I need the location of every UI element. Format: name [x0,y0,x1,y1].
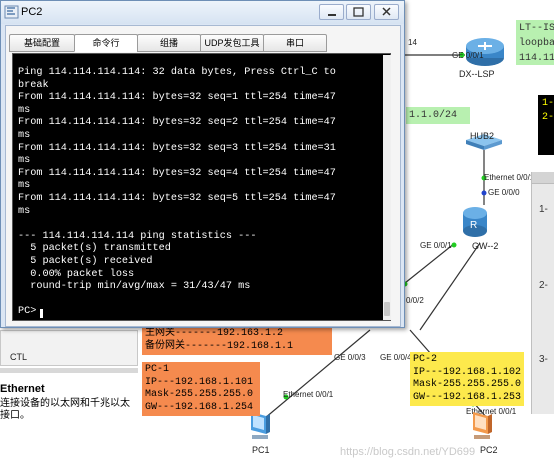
pc-icon[interactable] [470,410,494,442]
device-name-pc2: PC2 [480,445,498,455]
console-line: ms [18,129,31,141]
note-gateway[interactable]: 主网关-------192.163.1.2 备份网关-------192.168… [142,326,332,355]
tab-udp-tool[interactable]: UDP发包工具 [200,34,264,52]
pane-divider[interactable] [0,368,138,373]
scrollbar-thumb[interactable] [384,302,390,316]
console-line: 0.00% packet loss [18,268,135,280]
console-line: From 114.114.114.114: bytes=32 seq=1 ttl… [18,92,336,104]
console-line: --- 114.114.114.114 ping statistics --- [18,230,257,242]
minimize-button[interactable] [319,4,344,20]
close-button[interactable] [374,4,399,20]
note-network[interactable]: 1.1.0/24 [406,107,470,124]
command-console[interactable]: Ping 114.114.114.114: 32 data bytes, Pre… [12,53,391,321]
console-line: ms [18,104,31,116]
port-label: 0/0/2 [406,296,424,305]
ctl-label: CTL [10,352,28,362]
note-pc1-config[interactable]: PC-1 IP---192.168.1.101 Mask-255.255.255… [142,362,260,416]
port-label: Ethernet 0/0/1 [283,390,334,399]
pc2-window: PC2 基础配置 命令行 组播 UDP发包工具 串口 Ping 114.114.… [0,0,405,328]
console-output: Ping 114.114.114.114: 32 data bytes, Pre… [18,67,380,294]
console-line: 5 packet(s) received [18,255,153,267]
console-line: round-trip min/avg/max = 31/43/47 ms [18,281,251,293]
description-title: Ethernet [0,383,45,395]
router-icon[interactable]: R [460,205,490,239]
port-label: GE 0/0/1 [452,51,484,60]
console-line: ms [18,155,31,167]
port-label: Ethernet 0/0/1 [484,173,535,182]
description-text: 连接设备的以太网和千兆以太接口。 [0,398,130,421]
title-bar[interactable]: PC2 [1,1,404,24]
maximize-icon [353,7,364,17]
console-line: 5 packet(s) transmitted [18,243,171,255]
tab-serial[interactable]: 串口 [263,34,327,52]
tab-panel: 基础配置 命令行 组播 UDP发包工具 串口 Ping 114.114.114.… [5,25,401,327]
window-title: PC2 [21,6,43,18]
port-label: GE 0/0/1 [420,241,452,250]
watermark: https://blog.csdn.net/YD699 [340,446,476,458]
note-black[interactable]: 1- 2- [538,95,554,155]
minimize-icon [328,14,336,16]
panel-header [532,172,554,184]
maximize-button[interactable] [346,4,371,20]
panel-row: 2- [539,280,548,291]
console-line: break [18,79,49,91]
console-line: Ping 114.114.114.114: 32 data bytes, Pre… [18,67,336,78]
note-pc2-config[interactable]: PC-2 IP---192.168.1.102 Mask-255.255.255… [410,352,524,406]
device-name-hub2: HUB2 [470,131,495,141]
svg-text:R: R [470,220,477,231]
port-label: 14 [408,38,417,47]
right-panel: 1- 2- 3- [531,172,554,414]
text-cursor [40,309,43,318]
console-line: ms [18,205,31,217]
console-line: From 114.114.114.114: bytes=32 seq=4 ttl… [18,167,336,179]
device-name-gw2: GW--2 [472,241,499,251]
console-line: ms [18,180,31,192]
note-lt[interactable]: LT--IS loopba 114.11 [516,20,554,65]
device-name-pc1: PC1 [252,445,270,455]
tab-command-line[interactable]: 命令行 [74,34,138,52]
console-scrollbar[interactable] [383,55,391,320]
console-line: From 114.114.114.114: bytes=32 seq=2 ttl… [18,117,336,129]
close-icon [382,7,391,16]
console-line: From 114.114.114.114: bytes=32 seq=5 ttl… [18,192,336,204]
panel-row: 1- [539,204,548,215]
device-name-dx-lsp: DX--LSP [459,69,495,79]
panel-row: 3- [539,354,548,365]
console-prompt: PC> [18,306,37,317]
tab-basic-config[interactable]: 基础配置 [9,34,75,52]
console-line: From 114.114.114.114: bytes=32 seq=3 ttl… [18,142,336,154]
port-label: GE 0/0/3 [334,353,366,362]
port-label: GE 0/0/4 [380,353,412,362]
tab-multicast[interactable]: 组播 [137,34,201,52]
app-icon [4,5,19,19]
port-label: GE 0/0/0 [488,188,520,197]
